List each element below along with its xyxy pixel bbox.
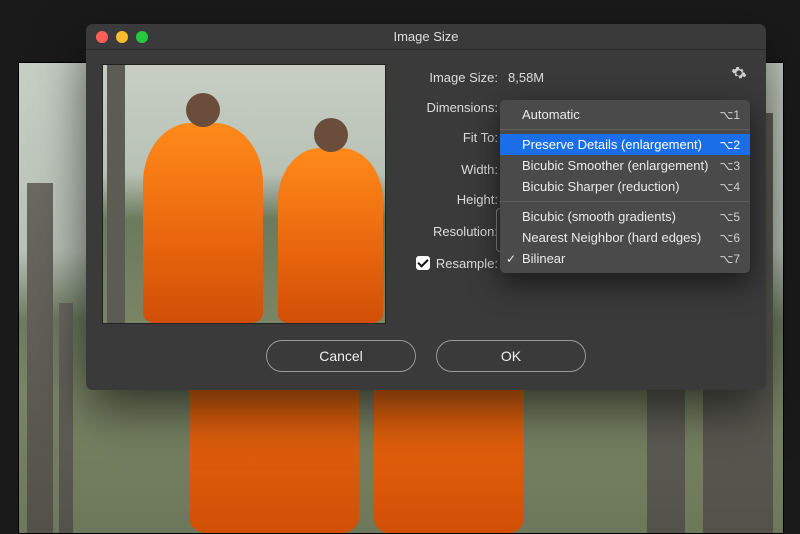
menu-separator: [500, 201, 750, 202]
ok-button[interactable]: OK: [436, 340, 586, 372]
dialog-title: Image Size: [393, 29, 458, 44]
resample-option[interactable]: Automatic ⌥1: [500, 104, 750, 125]
resample-field: Resample:: [400, 256, 508, 271]
cancel-button[interactable]: Cancel: [266, 340, 416, 372]
menu-item-shortcut: ⌥1: [719, 108, 740, 122]
menu-item-shortcut: ⌥6: [719, 231, 740, 245]
image-preview: [102, 64, 386, 324]
resample-option[interactable]: Bicubic (smooth gradients) ⌥5: [500, 206, 750, 227]
gear-icon[interactable]: [730, 64, 748, 82]
menu-item-shortcut: ⌥7: [719, 252, 740, 266]
menu-item-label: Bicubic (smooth gradients): [522, 209, 676, 224]
image-size-value: 8,58M: [508, 70, 544, 85]
resample-dropdown-menu[interactable]: Automatic ⌥1 Preserve Details (enlargement…: [500, 100, 750, 273]
decorative-shape: [59, 303, 73, 533]
image-size-label: Image Size:: [400, 70, 508, 85]
menu-item-label: Preserve Details (enlargement): [522, 137, 702, 152]
width-label: Width:: [400, 162, 508, 177]
menu-separator: [500, 129, 750, 130]
menu-item-label: Bicubic Smoother (enlargement): [522, 158, 708, 173]
menu-item-shortcut: ⌥2: [719, 138, 740, 152]
menu-item-shortcut: ⌥3: [719, 159, 740, 173]
resample-label: Resample:: [436, 256, 498, 271]
resample-option[interactable]: Bilinear ⌥7: [500, 248, 750, 269]
resample-option[interactable]: Nearest Neighbor (hard edges) ⌥6: [500, 227, 750, 248]
resample-checkbox[interactable]: [416, 256, 430, 270]
fit-to-label: Fit To:: [400, 130, 508, 145]
menu-item-label: Bilinear: [522, 251, 565, 266]
window-minimize-button[interactable]: [116, 31, 128, 43]
resample-option[interactable]: Preserve Details (enlargement) ⌥2: [500, 134, 750, 155]
window-controls: [96, 31, 148, 43]
dialog-footer: Cancel OK: [86, 324, 766, 390]
decorative-shape: [27, 183, 53, 533]
menu-item-label: Bicubic Sharper (reduction): [522, 179, 680, 194]
resample-option[interactable]: Bicubic Smoother (enlargement) ⌥3: [500, 155, 750, 176]
menu-item-label: Automatic: [522, 107, 580, 122]
resample-option[interactable]: Bicubic Sharper (reduction) ⌥4: [500, 176, 750, 197]
window-close-button[interactable]: [96, 31, 108, 43]
window-zoom-button[interactable]: [136, 31, 148, 43]
menu-item-shortcut: ⌥4: [719, 180, 740, 194]
dimensions-label: Dimensions:: [400, 100, 508, 115]
menu-item-label: Nearest Neighbor (hard edges): [522, 230, 701, 245]
height-label: Height:: [400, 192, 508, 207]
dialog-titlebar[interactable]: Image Size: [86, 24, 766, 50]
menu-item-shortcut: ⌥5: [719, 210, 740, 224]
resolution-label: Resolution:: [400, 224, 508, 239]
